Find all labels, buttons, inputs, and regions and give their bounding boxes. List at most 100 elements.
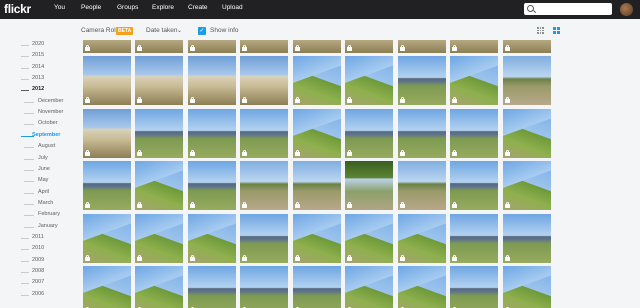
photo-thumbnail[interactable]	[188, 161, 236, 210]
photo-thumbnail[interactable]	[345, 266, 393, 308]
timeline-item-february[interactable]: February	[0, 210, 75, 220]
photo-thumbnail[interactable]	[188, 266, 236, 308]
photo-thumbnail[interactable]	[398, 109, 446, 158]
timeline-item-2010[interactable]: 2010	[0, 244, 75, 254]
photo-thumbnail[interactable]	[293, 109, 341, 158]
nav-create[interactable]: Create	[188, 4, 208, 11]
photo-thumbnail[interactable]	[240, 266, 288, 308]
search-icon[interactable]	[527, 5, 534, 12]
grid-large-icon[interactable]	[553, 27, 561, 35]
avatar[interactable]	[620, 3, 633, 16]
photo-thumbnail[interactable]	[135, 40, 183, 53]
lock-icon	[505, 44, 510, 51]
photo-thumbnail[interactable]	[240, 214, 288, 263]
photo-thumbnail[interactable]	[345, 214, 393, 263]
photo-thumbnail[interactable]	[345, 109, 393, 158]
photo-thumbnail[interactable]	[240, 56, 288, 105]
photo-thumbnail[interactable]	[398, 40, 446, 53]
timeline-item-2007[interactable]: 2007	[0, 278, 75, 288]
photo-thumbnail[interactable]	[240, 40, 288, 53]
timeline-item-june[interactable]: June	[0, 165, 75, 175]
photo-thumbnail[interactable]	[450, 56, 498, 105]
photo-thumbnail[interactable]	[293, 40, 341, 53]
photo-thumbnail[interactable]	[293, 161, 341, 210]
timeline-item-2015[interactable]: 2015	[0, 51, 75, 61]
photo-thumbnail[interactable]	[398, 214, 446, 263]
photo-thumbnail[interactable]	[503, 56, 551, 105]
photo-thumbnail[interactable]	[503, 266, 551, 308]
photo-thumbnail[interactable]	[135, 161, 183, 210]
photo-thumbnail[interactable]	[398, 56, 446, 105]
date-taken-dropdown[interactable]: Date taken	[146, 27, 177, 34]
timeline-item-january[interactable]: January	[0, 222, 75, 232]
photo-thumbnail[interactable]	[345, 161, 393, 210]
photo-thumbnail[interactable]	[83, 266, 131, 308]
timeline-item-2009[interactable]: 2009	[0, 256, 75, 266]
photo-thumbnail[interactable]	[450, 214, 498, 263]
photo-thumbnail[interactable]	[293, 266, 341, 308]
photo-thumbnail[interactable]	[188, 109, 236, 158]
nav-you[interactable]: You	[54, 4, 65, 11]
photo-thumbnail[interactable]	[503, 161, 551, 210]
timeline-item-2020[interactable]: 2020	[0, 40, 75, 50]
timeline-item-2006[interactable]: 2006	[0, 290, 75, 300]
photo-thumbnail[interactable]	[450, 161, 498, 210]
timeline-item-july[interactable]: July	[0, 154, 75, 164]
nav-groups[interactable]: Groups	[117, 4, 138, 11]
timeline-item-december[interactable]: December	[0, 97, 75, 107]
photo-thumbnail[interactable]	[398, 266, 446, 308]
timeline-item-2012[interactable]: 2012	[0, 85, 75, 95]
photo-thumbnail[interactable]	[450, 266, 498, 308]
photo-thumbnail[interactable]	[188, 214, 236, 263]
photo-thumbnail[interactable]	[293, 56, 341, 105]
timeline-tick	[21, 67, 29, 69]
photo-thumbnail[interactable]	[398, 161, 446, 210]
photo-thumbnail[interactable]	[240, 161, 288, 210]
timeline-item-may[interactable]: May	[0, 176, 75, 186]
timeline-item-2008[interactable]: 2008	[0, 267, 75, 277]
photo-thumbnail[interactable]	[188, 40, 236, 53]
photo-thumbnail[interactable]	[450, 40, 498, 53]
photo-thumbnail[interactable]	[503, 109, 551, 158]
search-input[interactable]	[524, 3, 612, 15]
timeline-item-november[interactable]: November	[0, 108, 75, 118]
photo-thumbnail[interactable]	[135, 214, 183, 263]
photo-thumbnail[interactable]	[188, 56, 236, 105]
photo-thumbnail[interactable]	[135, 109, 183, 158]
lock-icon	[242, 254, 247, 261]
timeline-item-april[interactable]: April	[0, 188, 75, 198]
photo-thumbnail[interactable]	[83, 40, 131, 53]
flickr-logo[interactable]: flickr	[4, 2, 31, 16]
photo-thumbnail[interactable]	[83, 56, 131, 105]
timeline-item-march[interactable]: March	[0, 199, 75, 209]
nav-people[interactable]: People	[81, 4, 101, 11]
photo-thumbnail[interactable]	[240, 109, 288, 158]
timeline-item-2011[interactable]: 2011	[0, 233, 75, 243]
timeline-item-september[interactable]: September	[0, 131, 75, 141]
show-info-label[interactable]: Show info	[210, 27, 239, 34]
photo-thumbnail[interactable]	[503, 214, 551, 263]
grid-small-icon[interactable]	[537, 27, 545, 35]
timeline-item-august[interactable]: August	[0, 142, 75, 152]
photo-thumbnail[interactable]	[83, 109, 131, 158]
lock-icon	[190, 96, 195, 103]
photo-thumbnail[interactable]	[503, 40, 551, 53]
photo-thumbnail[interactable]	[83, 214, 131, 263]
timeline-item-2013[interactable]: 2013	[0, 74, 75, 84]
photo-thumbnail[interactable]	[293, 214, 341, 263]
photo-thumbnail[interactable]	[345, 40, 393, 53]
timeline-item-october[interactable]: October	[0, 119, 75, 129]
photo-thumbnail[interactable]	[135, 56, 183, 105]
photo-thumbnail[interactable]	[135, 266, 183, 308]
lock-icon	[242, 44, 247, 51]
timeline-item-2014[interactable]: 2014	[0, 63, 75, 73]
chevron-down-icon[interactable]: ⌄	[177, 27, 182, 34]
show-info-checkbox[interactable]: ✓	[198, 27, 206, 35]
photo-thumbnail[interactable]	[450, 109, 498, 158]
lock-icon	[347, 254, 352, 261]
lock-icon	[85, 96, 90, 103]
photo-thumbnail[interactable]	[345, 56, 393, 105]
nav-upload[interactable]: Upload	[222, 4, 243, 11]
photo-thumbnail[interactable]	[83, 161, 131, 210]
nav-explore[interactable]: Explore	[152, 4, 174, 11]
